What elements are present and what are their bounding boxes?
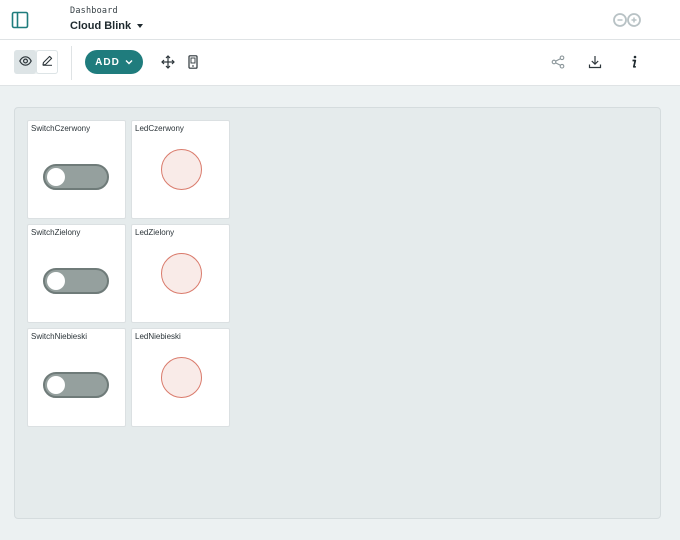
eye-icon [18,53,32,71]
led-widget-zielony[interactable]: LedZielony [131,224,230,323]
switch-knob [47,168,65,186]
toggle-switch[interactable] [43,164,109,190]
caret-down-icon [137,24,144,28]
led-indicator [161,149,202,190]
widget-title: SwitchCzerwony [31,124,91,133]
led-indicator [161,357,202,398]
toggle-switch[interactable] [43,372,109,398]
widget-board: SwitchCzerwony LedCzerwony SwitchZielony… [14,107,661,519]
toolbar: ADD [0,40,680,86]
share-icon[interactable] [550,54,566,70]
breadcrumb: Dashboard Cloud Blink [70,6,144,34]
info-icon[interactable] [626,54,642,70]
switch-knob [47,272,65,290]
arduino-logo-icon [612,12,642,28]
widget-title: SwitchZielony [31,228,81,237]
switch-widget-zielony[interactable]: SwitchZielony [27,224,126,323]
widget-title: LedCzerwony [135,124,184,133]
led-widget-niebieski[interactable]: LedNiebieski [131,328,230,427]
mobile-icon[interactable] [185,54,201,70]
move-icon[interactable] [160,54,176,70]
top-bar: Dashboard Cloud Blink [0,0,680,40]
dashboard-title-dropdown[interactable]: Cloud Blink [70,20,144,32]
widget-title: LedZielony [135,228,175,237]
download-icon[interactable] [587,54,603,70]
switch-widget-niebieski[interactable]: SwitchNiebieski [27,328,126,427]
chevron-down-icon [125,57,133,68]
sidebar-toggle-icon[interactable] [11,11,29,29]
widget-title: SwitchNiebieski [31,332,88,341]
toggle-switch[interactable] [43,268,109,294]
led-widget-czerwony[interactable]: LedCzerwony [131,120,230,219]
mode-toggle [14,50,58,74]
dashboard-canvas: SwitchCzerwony LedCzerwony SwitchZielony… [0,86,680,540]
switch-knob [47,376,65,394]
toolbar-divider [71,46,72,80]
led-indicator [161,253,202,294]
switch-widget-czerwony[interactable]: SwitchCzerwony [27,120,126,219]
view-mode-button[interactable] [14,50,36,74]
dashboard-title: Cloud Blink [70,20,132,32]
add-button-label: ADD [95,56,120,68]
breadcrumb-dashboard[interactable]: Dashboard [70,6,143,16]
widget-title: LedNiebieski [135,332,181,341]
edit-mode-button[interactable] [36,50,58,74]
pencil-icon [41,53,53,71]
add-widget-button[interactable]: ADD [85,50,143,74]
